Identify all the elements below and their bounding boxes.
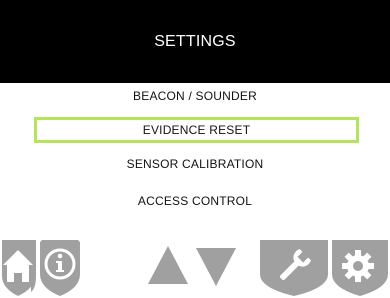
menu-item-evidence-reset[interactable]: EVIDENCE RESET bbox=[34, 117, 359, 143]
gear-icon bbox=[332, 240, 388, 296]
scroll-down-button[interactable] bbox=[194, 236, 238, 298]
wrench-icon bbox=[260, 240, 328, 296]
menu-item-beacon-sounder[interactable]: BEACON / SOUNDER bbox=[0, 84, 390, 108]
settings-screen: SETTINGS BEACON / SOUNDER EVIDENCE RESET… bbox=[0, 0, 390, 298]
header-bar: SETTINGS bbox=[0, 0, 390, 83]
up-arrow-icon bbox=[148, 246, 188, 284]
info-icon bbox=[40, 240, 80, 296]
menu-item-sensor-calibration[interactable]: SENSOR CALIBRATION bbox=[0, 152, 390, 176]
down-arrow-icon bbox=[196, 248, 236, 286]
footer-nav bbox=[0, 236, 390, 298]
settings-button[interactable] bbox=[330, 236, 390, 298]
page-title: SETTINGS bbox=[154, 33, 236, 50]
scroll-up-button[interactable] bbox=[146, 236, 190, 298]
tools-button[interactable] bbox=[258, 236, 330, 298]
info-button[interactable] bbox=[37, 236, 82, 298]
menu-item-access-control[interactable]: ACCESS CONTROL bbox=[0, 189, 390, 213]
